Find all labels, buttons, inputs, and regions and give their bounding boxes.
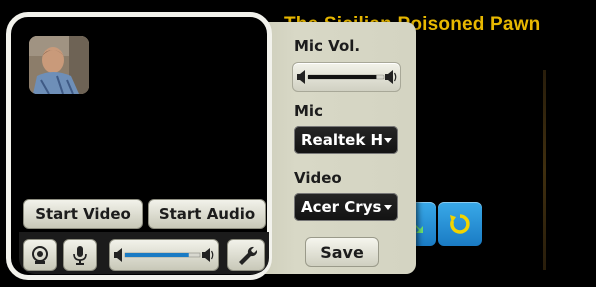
webcam-button[interactable]	[23, 239, 57, 271]
refresh-button[interactable]	[438, 202, 482, 246]
background-divider	[543, 70, 546, 270]
video-select-value: Acer Crys	[301, 198, 382, 216]
speaker-low-icon	[297, 70, 305, 84]
self-video-thumbnail	[29, 36, 89, 94]
video-label: Video	[294, 169, 342, 187]
microphone-icon	[64, 240, 96, 270]
wrench-icon	[228, 240, 264, 270]
mic-volume-label: Mic Vol.	[294, 37, 361, 55]
mic-label: Mic	[294, 102, 323, 120]
webcam-icon	[24, 240, 56, 270]
mic-volume-slider[interactable]	[292, 62, 401, 92]
settings-button[interactable]	[227, 239, 265, 271]
speaker-high-icon	[202, 248, 214, 262]
speaker-low-icon	[114, 248, 122, 262]
refresh-icon	[438, 202, 482, 246]
save-button[interactable]: Save	[305, 237, 379, 267]
mic-select-value: Realtek H	[301, 131, 384, 149]
mic-select[interactable]: Realtek H	[294, 126, 398, 154]
chevron-down-icon	[384, 205, 392, 210]
speaker-volume-slider[interactable]	[109, 239, 219, 271]
start-audio-button[interactable]: Start Audio	[148, 199, 266, 229]
microphone-button[interactable]	[63, 239, 97, 271]
start-video-button[interactable]: Start Video	[23, 199, 143, 229]
speaker-high-icon	[385, 70, 397, 84]
video-select[interactable]: Acer Crys	[294, 193, 398, 221]
chevron-down-icon	[384, 138, 392, 143]
video-chat-panel: Start Video Start Audio	[6, 12, 272, 280]
